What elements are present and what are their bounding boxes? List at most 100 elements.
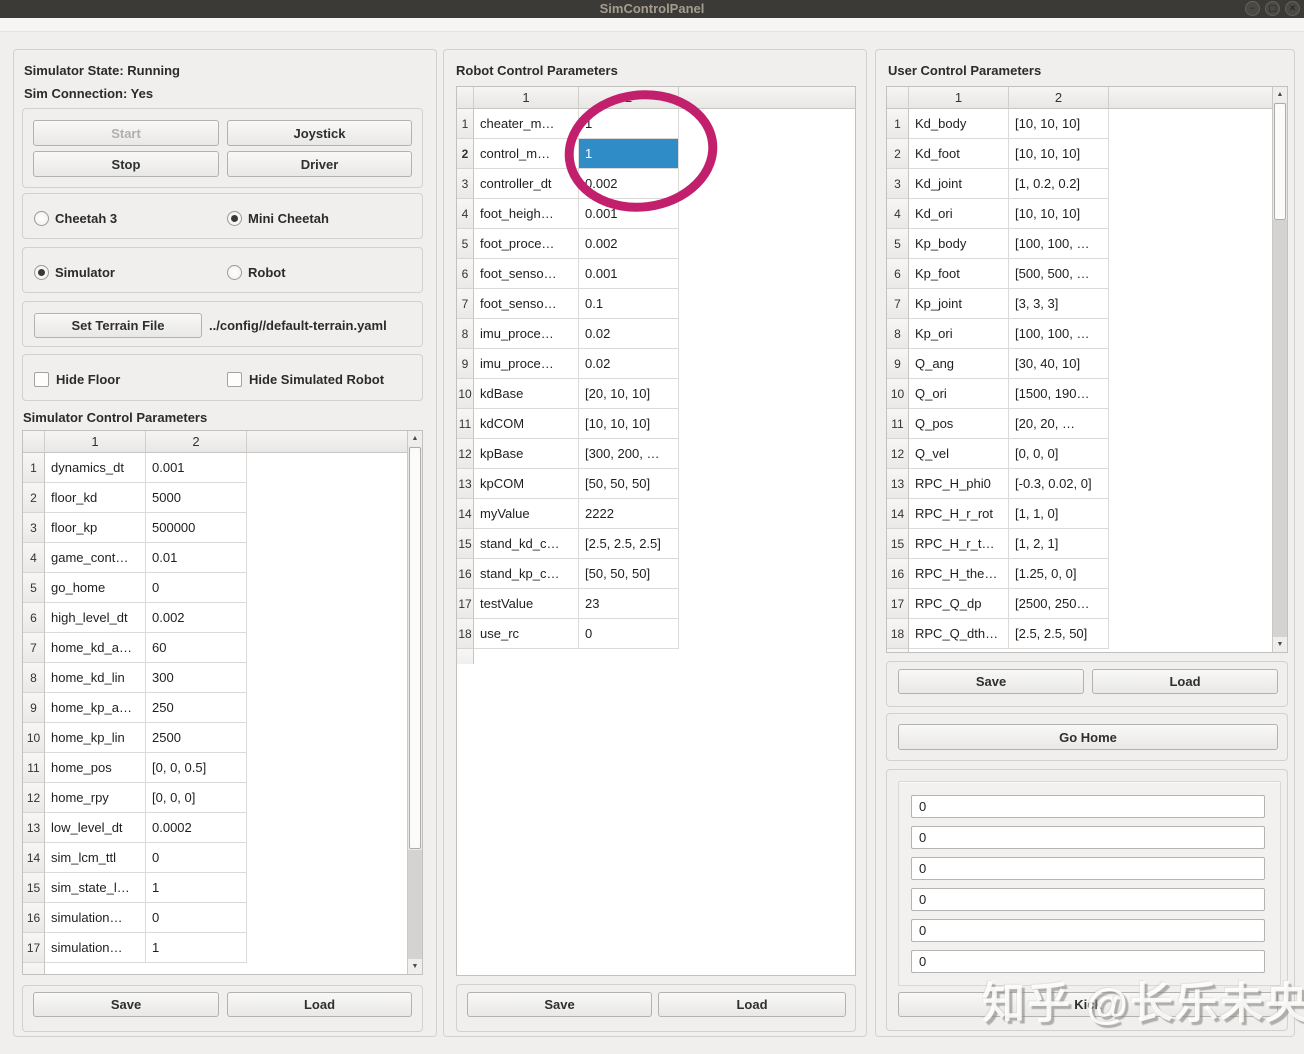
param-value-cell[interactable]: 0: [579, 619, 679, 649]
param-value-cell[interactable]: 0.002: [579, 169, 679, 199]
radio-robot[interactable]: [227, 265, 242, 280]
stop-button[interactable]: Stop: [33, 151, 219, 177]
param-value-cell[interactable]: [10, 10, 10]: [1009, 109, 1109, 139]
kick-input-6[interactable]: 0: [911, 950, 1265, 973]
param-name-cell[interactable]: controller_dt: [474, 169, 579, 199]
row-header[interactable]: 6: [887, 259, 909, 289]
radio-robot-label[interactable]: Robot: [248, 265, 286, 280]
param-value-cell[interactable]: [500, 500, …: [1009, 259, 1109, 289]
kick-input-5[interactable]: 0: [911, 919, 1265, 942]
param-name-cell[interactable]: sim_lcm_ttl: [45, 843, 146, 873]
param-name-cell[interactable]: Kd_body: [909, 109, 1009, 139]
param-name-cell[interactable]: myValue: [474, 499, 579, 529]
hide-simulated-robot-checkbox[interactable]: [227, 372, 242, 387]
row-header[interactable]: 10: [457, 379, 474, 409]
radio-mini-cheetah-label[interactable]: Mini Cheetah: [248, 211, 329, 226]
row-header[interactable]: 14: [457, 499, 474, 529]
param-name-cell[interactable]: simulation…: [45, 903, 146, 933]
radio-mini-cheetah[interactable]: [227, 211, 242, 226]
scrollbar-thumb[interactable]: [1274, 103, 1286, 220]
row-header[interactable]: 9: [23, 693, 45, 723]
param-name-cell[interactable]: Q_ori: [909, 379, 1009, 409]
param-name-cell[interactable]: RPC_H_the…: [909, 559, 1009, 589]
param-name-cell[interactable]: imu_proce…: [474, 319, 579, 349]
param-value-cell[interactable]: [1, 2, 1]: [1009, 529, 1109, 559]
column-header-1[interactable]: 1: [474, 87, 579, 109]
param-name-cell[interactable]: kpBase: [474, 439, 579, 469]
param-value-cell[interactable]: [2500, 250…: [1009, 589, 1109, 619]
param-value-cell[interactable]: 60: [146, 633, 247, 663]
column-header-2[interactable]: 2: [1009, 87, 1109, 109]
param-value-cell[interactable]: [30, 40, 10]: [1009, 349, 1109, 379]
param-name-cell[interactable]: Kp_joint: [909, 289, 1009, 319]
param-value-cell[interactable]: 0.02: [579, 319, 679, 349]
param-name-cell[interactable]: home_kd_a…: [45, 633, 146, 663]
row-header[interactable]: 13: [887, 469, 909, 499]
param-value-cell[interactable]: 0.01: [146, 543, 247, 573]
param-value-cell[interactable]: 0.1: [579, 289, 679, 319]
param-value-cell[interactable]: [1, 1, 0]: [1009, 499, 1109, 529]
column-header-1[interactable]: 1: [909, 87, 1009, 109]
param-value-cell[interactable]: [0, 0, 0.5]: [146, 753, 247, 783]
row-header[interactable]: 11: [887, 409, 909, 439]
param-value-cell[interactable]: 250: [146, 693, 247, 723]
robot-parameters-table[interactable]: 1 2 1 cheater_m… 1 2 control_m… 1 3 controller_…: [456, 86, 856, 976]
param-name-cell[interactable]: RPC_H_phi0: [909, 469, 1009, 499]
column-header-2[interactable]: 2: [579, 87, 679, 109]
close-icon[interactable]: ✕: [1285, 1, 1300, 16]
row-header[interactable]: 16: [457, 559, 474, 589]
param-name-cell[interactable]: foot_proce…: [474, 229, 579, 259]
start-button[interactable]: Start: [33, 120, 219, 146]
param-value-cell[interactable]: [300, 200, …: [579, 439, 679, 469]
vertical-scrollbar[interactable]: ▲ ▼: [407, 431, 422, 974]
param-value-cell[interactable]: 0.001: [146, 453, 247, 483]
param-value-cell[interactable]: 1: [146, 933, 247, 963]
param-value-cell[interactable]: [2.5, 2.5, 2.5]: [579, 529, 679, 559]
param-name-cell[interactable]: [474, 649, 579, 664]
sim-load-button[interactable]: Load: [227, 992, 412, 1017]
param-value-cell[interactable]: [2.5, 2.5, 50]: [1009, 619, 1109, 649]
hide-simulated-robot-label[interactable]: Hide Simulated Robot: [249, 372, 384, 387]
param-name-cell[interactable]: kpCOM: [474, 469, 579, 499]
param-value-cell[interactable]: [1.25, 0, 0]: [1009, 559, 1109, 589]
row-header[interactable]: 17: [457, 589, 474, 619]
kick-input-4[interactable]: 0: [911, 888, 1265, 911]
row-header[interactable]: 6: [457, 259, 474, 289]
scroll-up-icon[interactable]: ▲: [1273, 87, 1287, 102]
param-name-cell[interactable]: home_kp_a…: [45, 693, 146, 723]
radio-cheetah3-label[interactable]: Cheetah 3: [55, 211, 117, 226]
param-value-cell[interactable]: [0, 0, 0]: [146, 783, 247, 813]
param-value-cell[interactable]: 2500: [146, 723, 247, 753]
param-value-cell[interactable]: [3, 3, 3]: [1009, 289, 1109, 319]
row-header[interactable]: 13: [457, 469, 474, 499]
param-value-cell[interactable]: 0.0002: [146, 813, 247, 843]
param-name-cell[interactable]: RPC_Q_dth…: [909, 619, 1009, 649]
param-name-cell[interactable]: RPC_H_r_rot: [909, 499, 1009, 529]
row-header[interactable]: 3: [457, 169, 474, 199]
row-header[interactable]: 7: [887, 289, 909, 319]
param-value-cell[interactable]: [-0.3, 0.02, 0]: [1009, 469, 1109, 499]
param-value-cell[interactable]: [50, 50, 50]: [579, 469, 679, 499]
row-header[interactable]: 8: [457, 319, 474, 349]
param-value-cell[interactable]: 0.02: [579, 349, 679, 379]
row-header[interactable]: 15: [887, 529, 909, 559]
param-value-cell[interactable]: 0.002: [146, 603, 247, 633]
row-header[interactable]: 2: [23, 483, 45, 513]
row-header[interactable]: 17: [887, 589, 909, 619]
param-value-cell[interactable]: [50, 50, 50]: [579, 559, 679, 589]
param-name-cell[interactable]: go_home: [45, 573, 146, 603]
row-header[interactable]: 8: [23, 663, 45, 693]
row-header[interactable]: 8: [887, 319, 909, 349]
param-name-cell[interactable]: use_rc: [474, 619, 579, 649]
param-name-cell[interactable]: kdCOM: [474, 409, 579, 439]
row-header[interactable]: 2: [887, 139, 909, 169]
param-name-cell[interactable]: home_kd_lin: [45, 663, 146, 693]
param-value-cell[interactable]: [100, 100, …: [1009, 229, 1109, 259]
maximize-icon[interactable]: ▢: [1265, 1, 1280, 16]
param-value-cell[interactable]: [10, 10, 10]: [579, 409, 679, 439]
radio-simulator-label[interactable]: Simulator: [55, 265, 115, 280]
row-header[interactable]: [23, 963, 45, 974]
param-value-cell[interactable]: 0.002: [579, 229, 679, 259]
param-value-cell[interactable]: [10, 10, 10]: [1009, 199, 1109, 229]
radio-cheetah3[interactable]: [34, 211, 49, 226]
